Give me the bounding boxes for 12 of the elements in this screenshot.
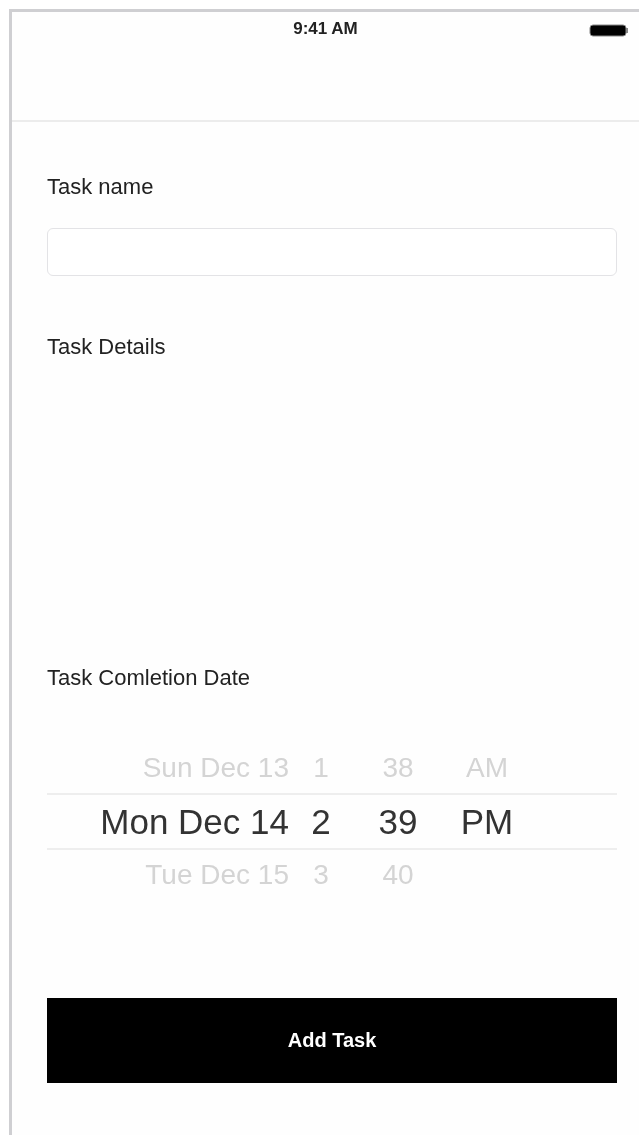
picker-value: PM: [460, 801, 514, 842]
battery-icon: [589, 24, 629, 37]
picker-value: 2: [311, 801, 331, 842]
picker-value: Mon Dec 14: [100, 801, 289, 842]
picker-value: 39: [378, 801, 418, 842]
picker-row[interactable]: Mon Dec 14 2 39 PM: [47, 793, 617, 850]
task-name-field[interactable]: [47, 228, 617, 276]
field-label: Task name: [47, 174, 154, 200]
field-label: Task Comletion Date: [47, 665, 250, 691]
status-time: 9:41 AM: [293, 19, 358, 39]
add-task-button[interactable]: Add Task: [47, 998, 617, 1083]
field-label: Task Details: [47, 334, 166, 360]
